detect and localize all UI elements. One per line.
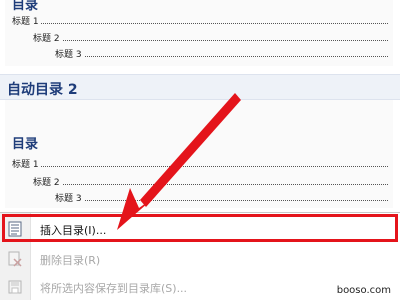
toc-gallery-panel: 目录 标题 1 标题 2 标题 3 自动目录 2 目录 标题 1 标题 2 标题… (0, 0, 400, 300)
annotation-arrow-icon (117, 93, 241, 230)
watermark: booso.com (333, 285, 394, 296)
